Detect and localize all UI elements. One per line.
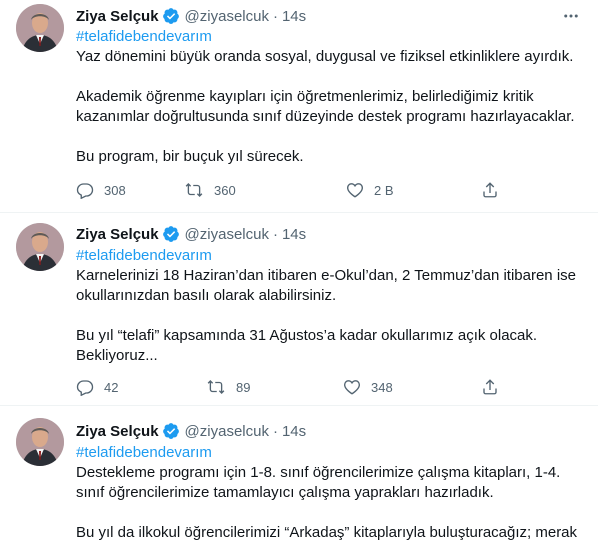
- share-icon: [481, 181, 499, 199]
- avatar[interactable]: [16, 4, 64, 52]
- more-icon[interactable]: [560, 6, 582, 26]
- reply-icon: [76, 181, 94, 199]
- tweet-paragraph: Akademik öğrenme kayıpları için öğretmen…: [76, 88, 575, 125]
- retweet-button[interactable]: 360: [184, 180, 236, 200]
- share-button[interactable]: [481, 377, 499, 397]
- avatar[interactable]: [16, 223, 64, 271]
- tweet-paragraph: Destekleme programı için 1-8. sınıf öğre…: [76, 464, 561, 501]
- tweet-header: Ziya Selçuk @ziyaselcuk · 14s: [76, 6, 306, 26]
- separator-dot: ·: [272, 422, 278, 440]
- reply-count: 42: [104, 379, 119, 395]
- tweet-actions: 308 360 2 B: [76, 180, 506, 200]
- like-icon: [346, 181, 364, 199]
- hashtag-link[interactable]: #telafidebendevarım: [76, 443, 584, 463]
- tweet-timestamp[interactable]: 14s: [282, 423, 306, 440]
- separator-dot: ·: [272, 7, 278, 25]
- tweet-paragraph: Bu program, bir buçuk yıl sürecek.: [76, 148, 304, 165]
- tweet-text: #telafidebendevarım Karnelerinizi 18 Haz…: [76, 246, 584, 366]
- tweet-actions: 42 89 348: [76, 377, 506, 397]
- share-button[interactable]: [481, 180, 499, 200]
- tweet-timestamp[interactable]: 14s: [282, 226, 306, 243]
- tweet-header: Ziya Selçuk @ziyaselcuk · 14s: [76, 224, 306, 244]
- tweet-text: #telafidebendevarım Destekleme programı …: [76, 443, 584, 543]
- like-button[interactable]: 2 B: [346, 180, 394, 200]
- author-name[interactable]: Ziya Selçuk: [76, 423, 159, 440]
- tweet-3[interactable]: Ziya Selçuk @ziyaselcuk · 14s #telafideb…: [0, 406, 598, 541]
- reply-button[interactable]: 42: [76, 377, 118, 397]
- like-count: 2 B: [374, 182, 394, 198]
- verified-badge-icon: [162, 422, 180, 440]
- reply-icon: [76, 378, 94, 396]
- like-count: 348: [371, 379, 393, 395]
- verified-badge-icon: [162, 7, 180, 25]
- tweet-header: Ziya Selçuk @ziyaselcuk · 14s: [76, 421, 306, 441]
- like-button[interactable]: 348: [343, 377, 393, 397]
- hashtag-link[interactable]: #telafidebendevarım: [76, 27, 584, 47]
- tweet-paragraph: Bu yıl “telafi” kapsamında 31 Ağustos’a …: [76, 327, 538, 364]
- retweet-icon: [206, 378, 226, 396]
- author-handle[interactable]: @ziyaselcuk: [185, 8, 269, 25]
- author-name[interactable]: Ziya Selçuk: [76, 8, 159, 25]
- avatar[interactable]: [16, 418, 64, 466]
- tweet-2[interactable]: Ziya Selçuk @ziyaselcuk · 14s #telafideb…: [0, 213, 598, 406]
- share-icon: [481, 378, 499, 396]
- tweet-1[interactable]: Ziya Selçuk @ziyaselcuk · 14s #telafideb…: [0, 0, 598, 213]
- reply-count: 308: [104, 182, 126, 198]
- author-handle[interactable]: @ziyaselcuk: [185, 423, 269, 440]
- tweet-paragraph: Karnelerinizi 18 Haziran’dan itibaren e-…: [76, 267, 576, 304]
- author-handle[interactable]: @ziyaselcuk: [185, 226, 269, 243]
- tweet-timestamp[interactable]: 14s: [282, 8, 306, 25]
- retweet-count: 360: [214, 182, 236, 198]
- retweet-icon: [184, 181, 204, 199]
- retweet-count: 89: [236, 379, 251, 395]
- tweet-paragraph: Bu yıl da ilkokul öğrencilerimizi “Arkad…: [76, 524, 578, 541]
- author-name[interactable]: Ziya Selçuk: [76, 226, 159, 243]
- tweet-paragraph: Yaz dönemini büyük oranda sosyal, duygus…: [76, 48, 574, 65]
- retweet-button[interactable]: 89: [206, 377, 250, 397]
- hashtag-link[interactable]: #telafidebendevarım: [76, 246, 584, 266]
- reply-button[interactable]: 308: [76, 180, 126, 200]
- separator-dot: ·: [272, 225, 278, 243]
- like-icon: [343, 378, 361, 396]
- tweet-text: #telafidebendevarım Yaz dönemini büyük o…: [76, 27, 584, 167]
- verified-badge-icon: [162, 225, 180, 243]
